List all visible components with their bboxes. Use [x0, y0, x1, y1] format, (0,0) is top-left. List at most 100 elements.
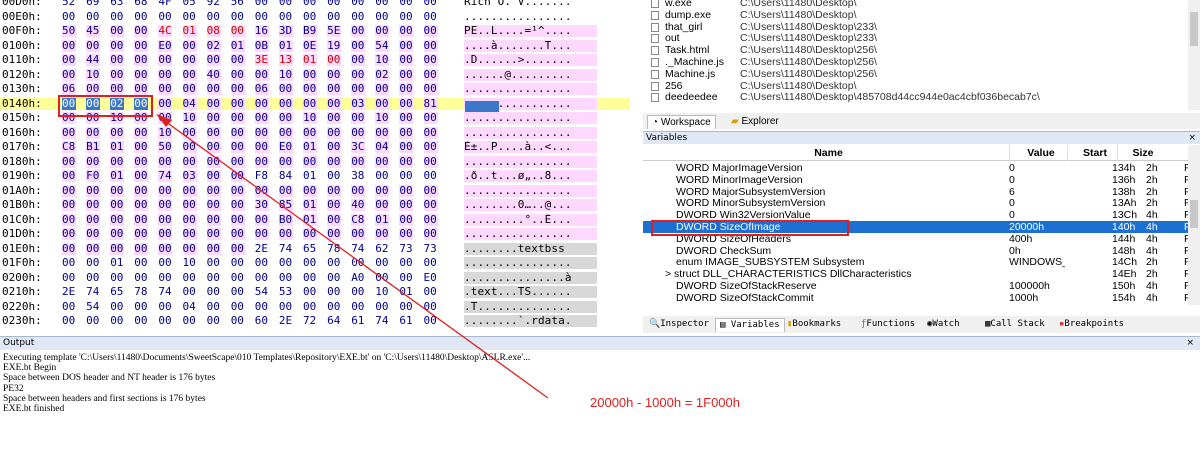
- hex-byte[interactable]: 00: [110, 271, 124, 284]
- hex-byte[interactable]: 00: [423, 184, 438, 197]
- hex-byte[interactable]: 00: [62, 199, 76, 211]
- hex-ascii[interactable]: ................: [464, 11, 597, 23]
- file-list-item[interactable]: ._Machine.js C:\Users\11480\Desktop\256\: [643, 56, 1188, 68]
- hex-byte[interactable]: 00: [62, 228, 76, 240]
- file-list-item[interactable]: w.exe C:\Users\11480\Desktop\: [643, 0, 1188, 9]
- hex-byte[interactable]: 00: [375, 300, 389, 313]
- hex-byte[interactable]: 00: [182, 155, 197, 168]
- hex-byte[interactable]: 00: [399, 68, 414, 81]
- hex-byte[interactable]: 00: [86, 39, 101, 52]
- hex-byte[interactable]: 00: [375, 25, 390, 37]
- hex-byte[interactable]: 00: [254, 213, 269, 226]
- hex-byte[interactable]: 00: [424, 300, 438, 313]
- hex-byte[interactable]: 00: [327, 184, 342, 197]
- hex-byte[interactable]: 00: [351, 300, 365, 313]
- hex-row[interactable]: 01E0h: 00 00 00 00 00 00 00 00 2E 74 65 78 74 62 73 73..…: [0, 242, 630, 255]
- hex-row[interactable]: 0120h: 00 10 00 00 00 00 40 00 00 10 00 00 00 02 00 00..…: [0, 68, 630, 81]
- hex-byte[interactable]: 00: [110, 199, 125, 211]
- tab-bookmarks[interactable]: ▮Bookmarks: [783, 318, 845, 332]
- hex-byte[interactable]: 3C: [351, 141, 366, 153]
- hex-byte[interactable]: 85: [278, 199, 293, 211]
- hex-byte[interactable]: 01: [230, 39, 245, 52]
- hex-byte[interactable]: 00: [327, 10, 341, 23]
- hex-byte[interactable]: 00: [327, 155, 342, 168]
- hex-byte[interactable]: 00: [303, 126, 317, 139]
- hex-ascii[interactable]: ...............à: [464, 271, 597, 284]
- hex-byte[interactable]: 73: [399, 242, 413, 255]
- hex-byte[interactable]: 00: [206, 170, 221, 182]
- hex-byte[interactable]: 00: [158, 228, 173, 240]
- hex-byte[interactable]: 00: [134, 184, 149, 197]
- hex-byte[interactable]: 10: [278, 68, 293, 81]
- hex-byte[interactable]: 00: [303, 83, 317, 95]
- hex-byte[interactable]: 06: [62, 83, 76, 95]
- hex-byte[interactable]: 00: [279, 257, 293, 269]
- hex-byte[interactable]: 00: [255, 0, 269, 8]
- hex-byte[interactable]: 00: [183, 271, 197, 284]
- hex-byte[interactable]: 00: [86, 257, 100, 269]
- hex-byte[interactable]: 00: [375, 0, 389, 8]
- hex-byte[interactable]: 00: [206, 184, 221, 197]
- hex-byte[interactable]: 2E: [62, 286, 76, 298]
- hex-byte[interactable]: 00: [399, 25, 414, 37]
- hex-byte[interactable]: 00: [254, 97, 269, 110]
- hex-ascii[interactable]: ........`.rdata.: [464, 315, 597, 327]
- hex-byte[interactable]: 92: [207, 0, 221, 8]
- hex-byte[interactable]: 00: [254, 126, 269, 139]
- hex-byte[interactable]: 00: [230, 112, 245, 124]
- hex-byte[interactable]: C8: [351, 213, 366, 226]
- hex-byte[interactable]: 00: [86, 271, 100, 284]
- hex-byte[interactable]: 00: [158, 242, 173, 255]
- hex-byte[interactable]: 00: [182, 184, 197, 197]
- hex-byte[interactable]: 40: [206, 68, 221, 81]
- hex-byte[interactable]: 00: [86, 155, 101, 168]
- hex-byte[interactable]: 00: [399, 126, 414, 139]
- hex-byte[interactable]: 00: [230, 155, 245, 168]
- hex-byte[interactable]: 00: [206, 155, 221, 168]
- hex-byte[interactable]: 00: [110, 315, 124, 327]
- hex-byte[interactable]: 19: [327, 39, 342, 52]
- hex-byte[interactable]: 00: [206, 199, 221, 211]
- hex-byte[interactable]: 00: [62, 54, 76, 66]
- hex-ascii[interactable]: ........textbss: [464, 242, 597, 255]
- hex-byte[interactable]: 00: [399, 54, 414, 66]
- column-header-name[interactable]: Name: [643, 145, 1009, 161]
- column-header-start[interactable]: Start: [1067, 145, 1117, 161]
- hex-byte[interactable]: 00: [231, 300, 245, 313]
- hex-byte[interactable]: 00: [424, 315, 438, 327]
- hex-byte[interactable]: 00: [110, 10, 124, 23]
- hex-byte[interactable]: 00: [303, 184, 317, 197]
- close-icon[interactable]: ×: [1186, 337, 1194, 349]
- variable-row[interactable]: WORD MajorSubsystemVersion 6 138h 2h F: [643, 186, 1188, 198]
- hex-byte[interactable]: 00: [327, 54, 342, 66]
- hex-row[interactable]: 0220h: 00 54 00 00 00 04 00 00 00 00 00 00 00 00 00 00 .T…: [0, 300, 630, 313]
- hex-byte[interactable]: 00: [230, 213, 245, 226]
- hex-byte[interactable]: 00: [303, 10, 317, 23]
- hex-byte[interactable]: 00: [399, 83, 414, 95]
- hex-byte[interactable]: B1: [86, 141, 101, 153]
- hex-byte[interactable]: 00: [86, 83, 101, 95]
- hex-byte[interactable]: 00: [230, 184, 245, 197]
- hex-byte[interactable]: 00: [207, 10, 221, 23]
- file-list-item[interactable]: Machine.js C:\Users\11480\Desktop\256\: [643, 68, 1188, 80]
- hex-byte[interactable]: 00: [279, 0, 293, 8]
- hex-byte[interactable]: 00: [375, 228, 390, 240]
- hex-byte[interactable]: 00: [351, 155, 366, 168]
- hex-byte[interactable]: 00: [62, 184, 76, 197]
- hex-byte[interactable]: 00: [207, 300, 221, 313]
- file-list-item[interactable]: that_girl C:\Users\11480\Desktop\233\: [643, 21, 1188, 33]
- hex-byte[interactable]: 00: [230, 228, 245, 240]
- hex-byte[interactable]: 00: [158, 300, 172, 313]
- hex-byte[interactable]: 00: [254, 112, 269, 124]
- hex-byte[interactable]: 00: [375, 199, 390, 211]
- hex-byte[interactable]: 00: [62, 300, 76, 313]
- hex-byte[interactable]: 65: [303, 242, 317, 255]
- hex-byte[interactable]: 00: [134, 199, 149, 211]
- hex-byte[interactable]: F8: [255, 170, 269, 182]
- hex-byte[interactable]: 00: [62, 155, 76, 168]
- hex-byte[interactable]: 00: [110, 25, 125, 37]
- hex-byte[interactable]: C8: [62, 141, 76, 153]
- variable-row[interactable]: > struct DLL_CHARACTERISTICS DllCharacte…: [643, 268, 1188, 280]
- hex-byte[interactable]: 00: [86, 213, 101, 226]
- hex-byte[interactable]: 00: [255, 271, 269, 284]
